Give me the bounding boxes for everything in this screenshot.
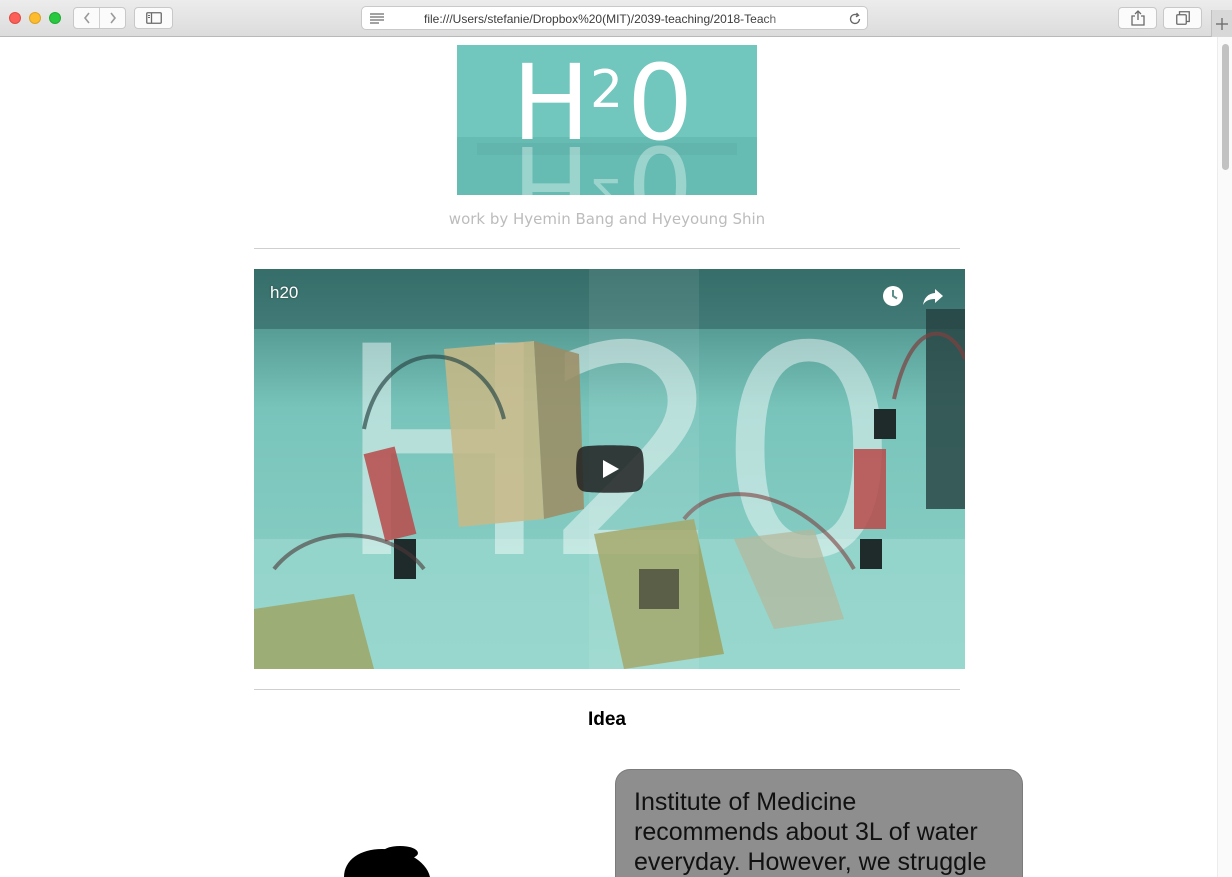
chevron-right-icon xyxy=(109,12,116,24)
person-silhouette xyxy=(344,846,430,877)
chevron-left-icon xyxy=(83,12,90,24)
sidebar-icon xyxy=(145,12,162,24)
divider xyxy=(254,689,960,690)
minimize-window-button[interactable] xyxy=(29,12,41,24)
bubble-line: everyday. However, we struggle xyxy=(634,848,987,876)
section-heading-idea: Idea xyxy=(587,709,627,730)
logo-letter-zero: 0 xyxy=(627,45,693,164)
url-text: file:///Users/stefanie/Dropbox%20(MIT)/2… xyxy=(424,12,777,26)
maximize-window-button[interactable] xyxy=(49,12,61,24)
plus-icon xyxy=(1216,17,1228,30)
share-icon xyxy=(1130,10,1145,26)
project-logo: H 2 0 H 2 0 xyxy=(457,45,757,195)
byline: work by Hyemin Bang and Hyeyoung Shin xyxy=(448,210,766,228)
share-button[interactable] xyxy=(1118,7,1157,29)
reload-icon[interactable] xyxy=(848,12,862,26)
reader-icon[interactable] xyxy=(370,13,384,24)
close-window-button[interactable] xyxy=(9,12,21,24)
address-bar[interactable]: file:///Users/stefanie/Dropbox%20(MIT)/2… xyxy=(361,6,868,30)
forward-button[interactable] xyxy=(99,8,125,28)
video-player[interactable]: H20 h20 xyxy=(254,269,965,669)
scrollbar-thumb[interactable] xyxy=(1222,44,1229,170)
back-button[interactable] xyxy=(74,8,99,28)
divider xyxy=(254,248,960,249)
logo-letter-h: H xyxy=(512,45,590,164)
clock-icon[interactable] xyxy=(881,284,905,308)
speech-bubble: Institute of Medicine recommends about 3… xyxy=(615,769,1023,877)
show-tabs-button[interactable] xyxy=(1163,7,1202,29)
svg-text:2: 2 xyxy=(590,166,623,195)
logo-graphic: H 2 0 H 2 0 xyxy=(457,45,757,195)
new-tab-button[interactable] xyxy=(1211,10,1232,37)
vertical-scrollbar[interactable] xyxy=(1217,37,1232,877)
play-button[interactable] xyxy=(576,445,644,493)
video-title[interactable]: h20 xyxy=(270,283,298,303)
share-arrow-icon[interactable] xyxy=(921,284,945,308)
url-fade xyxy=(762,9,812,29)
bubble-line: Institute of Medicine xyxy=(634,788,857,816)
bubble-line: recommends about 3L of water xyxy=(634,818,978,846)
browser-toolbar: file:///Users/stefanie/Dropbox%20(MIT)/2… xyxy=(0,0,1232,37)
navigation-buttons xyxy=(73,7,126,29)
tabs-icon xyxy=(1175,11,1190,25)
sidebar-button[interactable] xyxy=(134,7,173,29)
logo-superscript: 2 xyxy=(590,60,623,120)
